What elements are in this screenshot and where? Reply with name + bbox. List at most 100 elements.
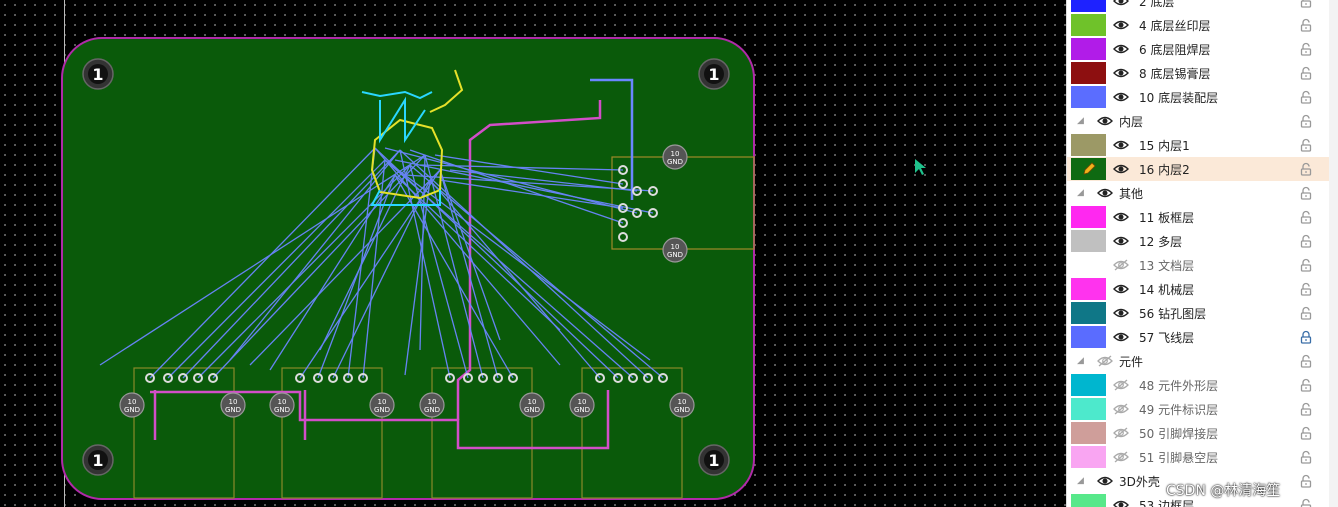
panel-scrollbar[interactable] <box>1329 0 1338 507</box>
pad-number: 10 <box>278 398 287 406</box>
visibility-eye-icon[interactable] <box>1113 85 1129 109</box>
collapse-caret-icon[interactable]: ◢ <box>1077 356 1084 366</box>
layer-label: 57 飞线层 <box>1139 331 1195 345</box>
visibility-eye-icon[interactable] <box>1113 325 1129 349</box>
visibility-eye-icon[interactable] <box>1097 109 1113 133</box>
visibility-eye-icon[interactable] <box>1113 253 1129 277</box>
layer-row-18[interactable]: 50 引脚焊接层 <box>1067 421 1329 445</box>
layer-row-4[interactable]: 10 底层装配层 <box>1067 85 1329 109</box>
visibility-eye-icon[interactable] <box>1097 181 1113 205</box>
pad-net-name: GND <box>374 406 390 414</box>
visibility-eye-icon[interactable] <box>1113 493 1129 507</box>
pad-net-name: GND <box>574 406 590 414</box>
watermark-text: CSDN @林清海笙 <box>1166 483 1281 499</box>
layer-row-16[interactable]: 48 元件外形层 <box>1067 373 1329 397</box>
layer-group-5[interactable]: ◢ 内层 <box>1067 109 1329 133</box>
mounting-hole[interactable]: 1 <box>82 444 114 476</box>
collapse-caret-icon[interactable]: ◢ <box>1077 476 1084 486</box>
layer-color-swatch[interactable] <box>1071 230 1106 252</box>
gnd-pad[interactable]: 10GND <box>419 392 445 418</box>
visibility-eye-icon[interactable] <box>1113 421 1129 445</box>
layer-group-15[interactable]: ◢ 元件 <box>1067 349 1329 373</box>
visibility-eye-icon[interactable] <box>1113 0 1129 13</box>
visibility-eye-icon[interactable] <box>1113 133 1129 157</box>
layer-color-swatch[interactable] <box>1071 302 1106 324</box>
gnd-pad[interactable]: 10GND <box>220 392 246 418</box>
gnd-pad[interactable]: 10GND <box>662 237 688 263</box>
layer-row-14[interactable]: 57 飞线层 <box>1067 325 1329 349</box>
pad-number: 10 <box>128 398 137 406</box>
visibility-eye-icon[interactable] <box>1097 469 1113 493</box>
layer-color-swatch[interactable] <box>1071 86 1106 108</box>
layer-row-10[interactable]: 12 多层 <box>1067 229 1329 253</box>
layer-color-swatch[interactable] <box>1071 374 1106 396</box>
gnd-pad[interactable]: 10GND <box>269 392 295 418</box>
layer-color-swatch[interactable] <box>1071 422 1106 444</box>
visibility-eye-icon[interactable] <box>1113 277 1129 301</box>
layer-group-8[interactable]: ◢ 其他 <box>1067 181 1329 205</box>
gnd-pad[interactable]: 10GND <box>119 392 145 418</box>
visibility-eye-icon[interactable] <box>1113 61 1129 85</box>
visibility-eye-icon[interactable] <box>1113 157 1129 181</box>
mounting-hole[interactable]: 1 <box>82 58 114 90</box>
visibility-eye-icon[interactable] <box>1113 445 1129 469</box>
pcb-board[interactable]: 1 11 1 10GND10GND10GND10GND10GND10GND10GND… <box>0 0 1066 507</box>
pad-number: 10 <box>428 398 437 406</box>
layer-row-11[interactable]: 13 文档层 <box>1067 253 1329 277</box>
layer-row-9[interactable]: 11 板框层 <box>1067 205 1329 229</box>
mounting-hole[interactable]: 1 <box>698 58 730 90</box>
layer-label: 51 引脚悬空层 <box>1139 451 1219 465</box>
mounting-hole[interactable]: 1 <box>698 444 730 476</box>
layer-row-19[interactable]: 51 引脚悬空层 <box>1067 445 1329 469</box>
layer-panel: 2 底层 4 底层丝印层 6 底层阻焊层 8 底层锡膏层 10 底层装配层 ◢ 内层 15 内… <box>1066 0 1338 507</box>
pcb-canvas[interactable]: 1111 10 GND 10 GND 10 GND 10 GND 10 GND 10 GND 10 GND… <box>0 0 1066 507</box>
gnd-pad[interactable]: 10GND <box>662 144 688 170</box>
pad-net-name: GND <box>667 251 683 259</box>
layer-row-1[interactable]: 4 底层丝印层 <box>1067 13 1329 37</box>
pad-net-name: GND <box>667 158 683 166</box>
layer-row-17[interactable]: 49 元件标识层 <box>1067 397 1329 421</box>
visibility-eye-icon[interactable] <box>1113 373 1129 397</box>
layer-row-0[interactable]: 2 底层 <box>1067 0 1329 13</box>
layer-color-swatch[interactable] <box>1071 134 1106 156</box>
visibility-eye-icon[interactable] <box>1113 205 1129 229</box>
layer-row-7[interactable]: 16 内层2 <box>1067 157 1329 181</box>
pad-net-name: GND <box>274 406 290 414</box>
pad-number: 10 <box>671 243 680 251</box>
layer-color-swatch[interactable] <box>1071 494 1106 507</box>
collapse-caret-icon[interactable]: ◢ <box>1077 188 1084 198</box>
layer-color-swatch[interactable] <box>1071 446 1106 468</box>
visibility-eye-icon[interactable] <box>1113 229 1129 253</box>
layer-color-swatch[interactable] <box>1071 14 1106 36</box>
layer-color-swatch[interactable] <box>1071 278 1106 300</box>
layer-label: 48 元件外形层 <box>1139 379 1219 393</box>
layer-row-3[interactable]: 8 底层锡膏层 <box>1067 61 1329 85</box>
layer-color-swatch[interactable] <box>1071 254 1106 276</box>
visibility-eye-icon[interactable] <box>1113 397 1129 421</box>
pad-net-name: GND <box>225 406 241 414</box>
layer-row-13[interactable]: 56 钻孔图层 <box>1067 301 1329 325</box>
pad-net-name: GND <box>674 406 690 414</box>
board-outline <box>61 37 755 500</box>
layer-color-swatch[interactable] <box>1071 206 1106 228</box>
layer-color-swatch[interactable] <box>1071 398 1106 420</box>
visibility-eye-icon[interactable] <box>1113 37 1129 61</box>
layer-color-swatch[interactable] <box>1071 326 1106 348</box>
visibility-eye-icon[interactable] <box>1097 349 1113 373</box>
layer-color-swatch[interactable] <box>1071 0 1106 12</box>
layer-row-12[interactable]: 14 机械层 <box>1067 277 1329 301</box>
gnd-pad[interactable]: 10GND <box>369 392 395 418</box>
pad-number: 10 <box>578 398 587 406</box>
layer-group-label: 内层 <box>1119 115 1144 129</box>
layer-row-2[interactable]: 6 底层阻焊层 <box>1067 37 1329 61</box>
layer-row-6[interactable]: 15 内层1 <box>1067 133 1329 157</box>
layer-color-swatch[interactable] <box>1071 62 1106 84</box>
gnd-pad[interactable]: 10GND <box>569 392 595 418</box>
visibility-eye-icon[interactable] <box>1113 301 1129 325</box>
visibility-eye-icon[interactable] <box>1113 13 1129 37</box>
layer-color-swatch[interactable] <box>1071 38 1106 60</box>
collapse-caret-icon[interactable]: ◢ <box>1077 116 1084 126</box>
pad-net-name: GND <box>424 406 440 414</box>
gnd-pad[interactable]: 10GND <box>519 392 545 418</box>
gnd-pad[interactable]: 10GND <box>669 392 695 418</box>
